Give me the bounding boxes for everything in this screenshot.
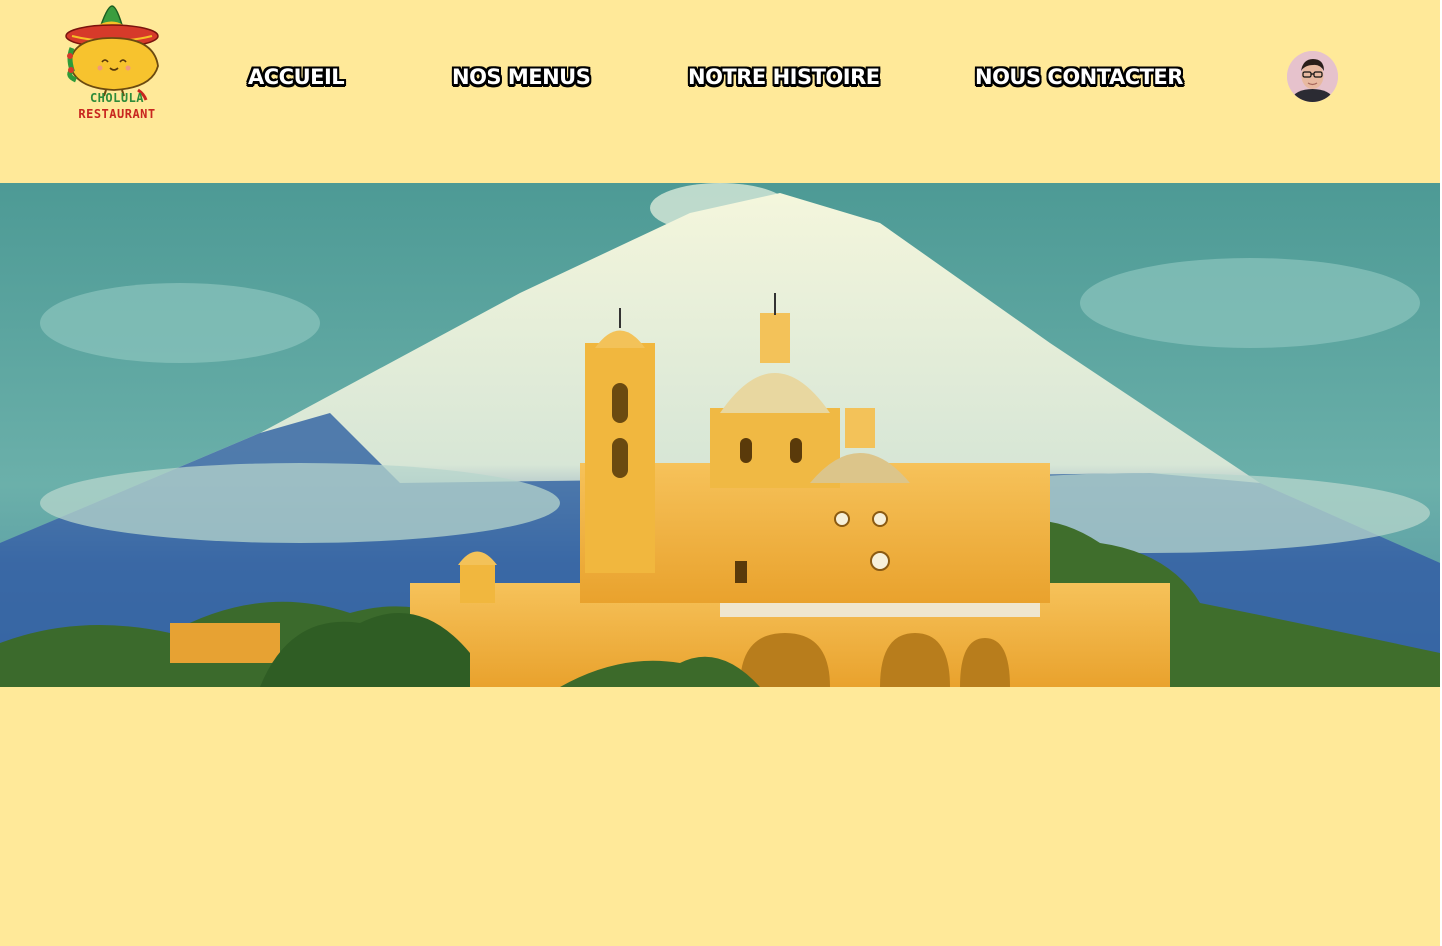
- page: CHOLULA RESTAURANT ACCUEIL NOS MENUS NOT…: [0, 0, 1442, 946]
- nav-link-accueil[interactable]: ACCUEIL: [248, 62, 345, 92]
- user-avatar-icon: [1287, 51, 1338, 102]
- brand-name-line2: RESTAURANT: [78, 107, 156, 121]
- brand-name-line1: CHOLULA: [89, 91, 145, 105]
- church-and-volcano-image: [0, 183, 1440, 687]
- brand-logo[interactable]: CHOLULA RESTAURANT: [62, 4, 172, 126]
- user-avatar[interactable]: [1287, 51, 1338, 102]
- hero-banner: [0, 183, 1440, 687]
- nav-link-notre-histoire[interactable]: NOTRE HISTOIRE: [688, 62, 880, 92]
- site-header: CHOLULA RESTAURANT ACCUEIL NOS MENUS NOT…: [0, 0, 1440, 183]
- nav-link-nos-menus[interactable]: NOS MENUS: [452, 62, 591, 92]
- nav-link-nous-contacter[interactable]: NOUS CONTACTER: [975, 62, 1183, 92]
